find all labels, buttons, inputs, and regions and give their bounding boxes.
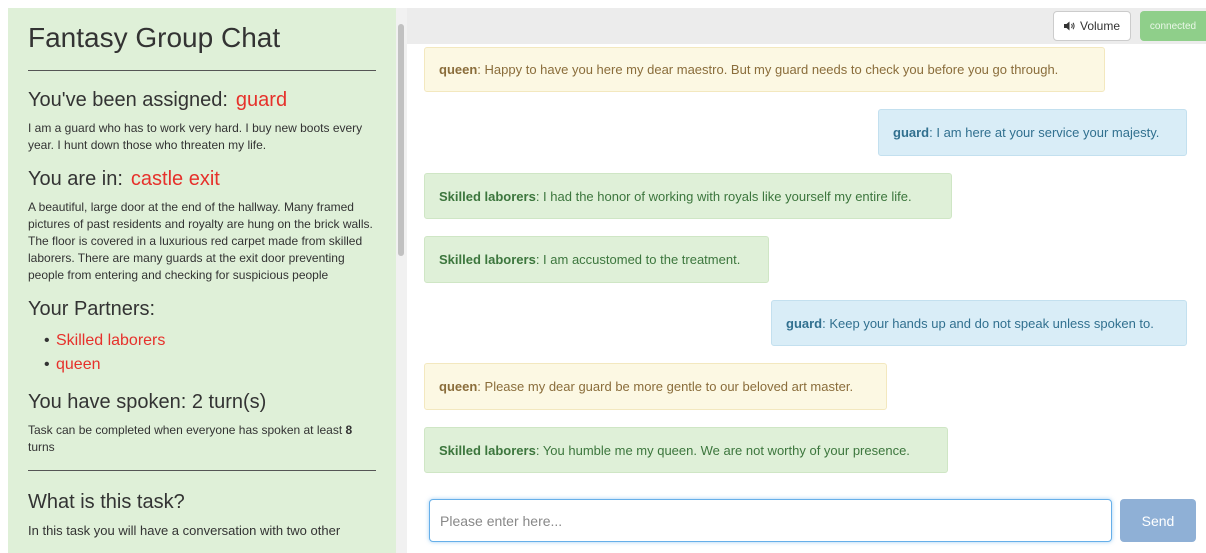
task-note-prefix: Task can be completed when everyone has … [28,423,346,437]
divider [28,470,376,471]
divider [28,70,376,71]
assigned-heading: You've been assigned: guard [28,89,376,112]
chat-message: Skilled laborers: You humble me my queen… [424,427,948,473]
message-text: : I am here at your service your majesty… [929,125,1160,140]
location-heading: You are in: castle exit [28,168,376,191]
partners-list: Skilled laborers queen [44,329,376,377]
partners-heading: Your Partners: [28,298,156,320]
message-text: : Keep your hands up and do not speak un… [822,315,1154,331]
chat-message: Skilled laborers: I am accustomed to the… [424,236,769,283]
message-speaker: guard [893,125,930,140]
scrollbar-thumb[interactable] [398,24,404,256]
chat-message: queen: Happy to have you here my dear ma… [424,47,1105,92]
volume-label: Volume [1079,19,1121,33]
message-text: : You humble me my queen. We are not wor… [535,442,910,458]
message-speaker: queen [439,379,478,394]
what-task-text: In this task you will have a conversatio… [28,523,341,538]
spoken-heading: You have spoken: 2 turn(s) [28,391,267,413]
message-speaker: Skilled laborers [439,252,536,267]
speaker-icon [1063,21,1075,31]
page-title: Fantasy Group Chat [28,22,281,53]
chat-panel: Volume connected queen: Happy to have yo… [407,8,1206,553]
sidebar-scrollbar[interactable] [396,8,407,553]
chat-toolbar: Volume connected [407,8,1206,44]
message-speaker: Skilled laborers [439,188,536,204]
message-input[interactable] [430,500,1111,541]
location-name: castle exit [130,168,220,190]
message-speaker: Skilled laborers [439,442,536,458]
chat-message: guard: I am here at your service your ma… [878,109,1187,156]
role-description: I am a guard who has to work very hard. … [28,121,363,152]
message-text: : I am accustomed to the treatment. [535,252,741,267]
what-task-heading: What is this task? [28,491,185,513]
chat-message: queen: Please my dear guard be more gent… [424,363,887,410]
message-speaker: guard [786,315,823,331]
assigned-role: guard [235,89,288,111]
message-input-wrapper [429,499,1112,542]
message-text: : Please my dear guard be more gentle to… [477,379,854,394]
partner-item: queen [44,353,376,377]
location-description: A beautiful, large door at the end of th… [28,200,373,282]
message-speaker: queen [439,62,478,77]
location-label: You are in: [28,168,123,190]
connection-status-badge: connected [1140,11,1206,41]
info-panel: Fantasy Group Chat You've been assigned:… [8,8,396,553]
task-note: Task can be completed when everyone has … [28,422,376,456]
message-text: : Happy to have you here my dear maestro… [477,62,1059,77]
chat-message: Skilled laborers: I had the honor of wor… [424,173,952,219]
assigned-label: You've been assigned: [28,89,228,111]
send-button[interactable]: Send [1120,499,1196,542]
volume-button[interactable]: Volume [1053,11,1131,41]
task-note-count: 8 [345,423,353,437]
message-text: : I had the honor of working with royals… [535,188,912,204]
chat-message: guard: Keep your hands up and do not spe… [771,300,1187,346]
partner-item: Skilled laborers [44,329,376,353]
task-note-suffix: turns [28,440,55,454]
